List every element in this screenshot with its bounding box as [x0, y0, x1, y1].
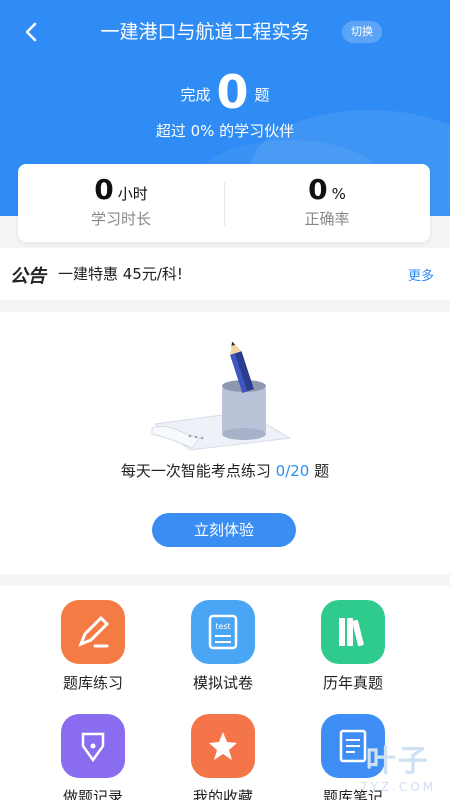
done-prefix: 完成 [180, 86, 211, 104]
grid-item-favorites[interactable]: 我的收藏 [163, 714, 283, 800]
page-title: 一建港口与航道工程实务 [100, 21, 310, 43]
svg-text:test: test [215, 622, 230, 631]
practice-text-suffix: 题 [309, 462, 330, 480]
stats-card: 0 小时 学习时长 0% 正确率 [18, 164, 430, 242]
grid-item-mock-exam[interactable]: test 模拟试卷 [163, 600, 283, 693]
fountain-pen-icon [61, 714, 125, 778]
practice-description: 每天一次智能考点练习 0/20 题 [0, 460, 450, 481]
grid-item-label: 历年真题 [322, 674, 383, 692]
study-time-value: 0 [94, 173, 114, 206]
done-suffix: 题 [254, 86, 270, 104]
beat-percentage: 超过 0% 的学习伙伴 [155, 122, 295, 140]
notice-more-link[interactable]: 更多 [408, 265, 434, 284]
feature-grid: 题库练习 test 模拟试卷 历年真题 做题记录 我的收藏 题库笔记 叶子 7Y… [0, 586, 450, 800]
study-time-unit: 小时 [117, 185, 148, 203]
grid-item-label: 我的收藏 [192, 788, 253, 800]
daily-practice-card: 每天一次智能考点练习 0/20 题 立刻体验 [0, 312, 450, 574]
done-count: 完成 0 题 [0, 66, 450, 118]
watermark-sub: 7YZ.COM [359, 780, 436, 794]
grid-item-question-bank[interactable]: 题库练习 [33, 600, 153, 693]
watermark-main: 叶子 [365, 744, 430, 779]
study-time-caption: 学习时长 [90, 210, 151, 228]
done-number: 0 [216, 65, 249, 119]
study-time-stat: 0 小时 学习时长 [18, 174, 224, 229]
pen-edit-icon [61, 600, 125, 664]
practice-text-main: 每天一次智能考点练习 [120, 462, 276, 480]
notice-bar[interactable]: 公告 一建特惠 45元/科! 更多 [0, 248, 450, 300]
site-watermark: 叶子 7YZ.COM [360, 736, 436, 794]
grid-item-label: 模拟试卷 [192, 674, 253, 692]
grid-item-label: 做题记录 [62, 788, 123, 800]
practice-progress: 0/20 [275, 462, 310, 480]
grid-item-label: 题库练习 [62, 674, 123, 692]
switch-subject-button[interactable]: 切换 [342, 21, 382, 43]
accuracy-caption: 正确率 [304, 210, 350, 228]
notice-logo: 公告 [10, 266, 46, 287]
grid-item-past-exams[interactable]: 历年真题 [293, 600, 413, 693]
notice-text[interactable]: 一建特惠 45元/科! [58, 263, 183, 284]
grid-item-records[interactable]: 做题记录 [33, 714, 153, 800]
accuracy-value: 0 [308, 173, 328, 206]
books-icon [321, 600, 385, 664]
accuracy-stat: 0% 正确率 [224, 174, 430, 229]
accuracy-unit: % [331, 185, 346, 203]
try-now-button[interactable]: 立刻体验 [152, 513, 296, 547]
star-icon [191, 714, 255, 778]
pencil-cup-illustration [151, 342, 292, 451]
test-paper-icon: test [191, 600, 255, 664]
